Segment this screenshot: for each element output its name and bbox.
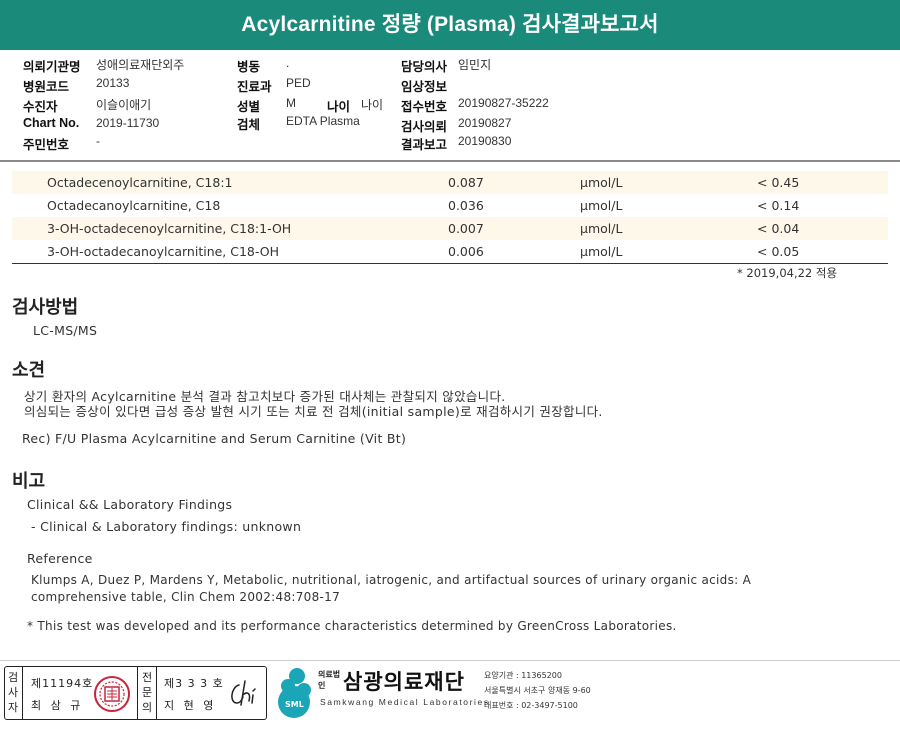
ward-label: 병동 — [237, 60, 261, 74]
chart-no-value: 2019-11730 — [96, 116, 160, 130]
analyte-value: 0.007 — [448, 221, 484, 236]
findings-recommendation: Rec) F/U Plasma Acylcarnitine and Serum … — [22, 431, 407, 446]
signature-icon — [231, 680, 256, 706]
request-date-value: 20190827 — [458, 116, 512, 130]
patient-info: 의뢰기관명 성애의료재단외주 병원코드 20133 수진자 이슬이애기 Char… — [0, 56, 900, 160]
analyte-unit: μmol/L — [580, 221, 623, 236]
analyte-reference: < 0.04 — [757, 221, 800, 236]
examinee-label: 수진자 — [23, 100, 58, 114]
doctor-label: 담당의사 — [401, 60, 448, 74]
receipt-no-value: 20190827-35222 — [458, 96, 549, 110]
analyte-reference: < 0.14 — [757, 198, 800, 213]
institution-label: 의뢰기관명 — [23, 60, 81, 74]
method-heading: 검사방법 — [12, 297, 79, 318]
analyte-unit: μmol/L — [580, 244, 623, 259]
analyte-name: Octadecenoylcarnitine, C18:1 — [47, 175, 233, 190]
specimen-value: EDTA Plasma — [286, 114, 360, 128]
sex-label: 성별 — [237, 100, 261, 114]
table-row: Octadecenoylcarnitine, C18:1 0.087 μmol/… — [12, 171, 888, 194]
corporation-address: 서울특별시 서초구 양재동 9-60 — [484, 686, 591, 695]
request-date-label: 검사의뢰 — [401, 120, 448, 134]
ward-value: . — [286, 56, 290, 70]
signature-divider — [156, 667, 157, 719]
corporation-code: 요양기관 : 11365200 — [484, 671, 562, 680]
header-divider — [0, 160, 900, 162]
table-row: Octadecanoylcarnitine, C18 0.036 μmol/L … — [12, 194, 888, 217]
hospital-code-value: 20133 — [96, 76, 130, 90]
analyte-value: 0.036 — [448, 198, 484, 213]
specialist-name: 지 현 영 — [164, 699, 217, 712]
inspector-label: 검사자 — [7, 671, 19, 714]
findings-line-2: 의심되는 증상이 있다면 급성 증상 발현 시기 또는 치료 전 검체(init… — [24, 404, 603, 419]
specialist-label: 전문의 — [141, 671, 153, 714]
results-divider — [12, 263, 888, 264]
signature-divider — [137, 667, 138, 719]
reference-line-1: Klumps A, Duez P, Mardens Y, Metabolic, … — [31, 573, 752, 587]
corporation-phone: 대표번호 : 02-3497-5100 — [484, 701, 578, 710]
corporation-tag: 의료법인 — [318, 670, 341, 690]
findings-heading: 소견 — [12, 360, 46, 381]
analyte-unit: μmol/L — [580, 198, 623, 213]
analyte-value: 0.087 — [448, 175, 484, 190]
department-label: 진료과 — [237, 80, 272, 94]
analyte-reference: < 0.45 — [757, 175, 800, 190]
age-value: 나이 — [361, 98, 384, 112]
table-row: 3-OH-octadecanoylcarnitine, C18-OH 0.006… — [12, 240, 888, 263]
footer-divider — [0, 660, 900, 661]
disclaimer: * This test was developed and its perfor… — [27, 619, 677, 633]
official-seal-icon — [94, 676, 130, 712]
sex-value: M — [286, 96, 296, 110]
report-title: Acylcarnitine 정량 (Plasma) 검사결과보고서 — [0, 0, 900, 50]
receipt-no-label: 접수번호 — [401, 100, 448, 114]
analyte-name: Octadecanoylcarnitine, C18 — [47, 198, 221, 213]
remarks-heading: 비고 — [12, 471, 46, 492]
report-date-label: 결과보고 — [401, 138, 448, 152]
analyte-name: 3-OH-octadecenoylcarnitine, C18:1-OH — [47, 221, 292, 236]
method-text: LC-MS/MS — [33, 323, 98, 338]
reference-note: * 2019,04,22 적용 — [737, 266, 838, 280]
logo-text: SML — [285, 700, 304, 709]
analyte-reference: < 0.05 — [757, 244, 800, 259]
reference-line-2: comprehensive table, Clin Chem 2002:48:7… — [31, 590, 341, 604]
analyte-value: 0.006 — [448, 244, 484, 259]
signature-divider — [22, 667, 23, 719]
department-value: PED — [286, 76, 311, 90]
reference-title: Reference — [27, 551, 93, 566]
examinee-value: 이슬이애기 — [96, 98, 152, 112]
signature-box: 검사자 제11194호 최 삼 규 전문의 제3 3 3 호 지 현 영 — [4, 666, 267, 720]
chart-no-label: Chart No. — [23, 116, 80, 130]
resident-no-label: 주민번호 — [23, 138, 70, 152]
age-label: 나이 — [327, 100, 351, 114]
hospital-code-label: 병원코드 — [23, 80, 70, 94]
resident-no-value: - — [96, 134, 100, 148]
sml-logo-icon: SML — [278, 668, 311, 718]
analyte-unit: μmol/L — [580, 175, 623, 190]
table-row: 3-OH-octadecenoylcarnitine, C18:1-OH 0.0… — [12, 217, 888, 240]
institution-value: 성애의료재단외주 — [96, 58, 185, 72]
clinical-findings-item: - Clinical & Laboratory findings: unknow… — [31, 519, 302, 534]
inspector-name: 최 삼 규 — [31, 699, 84, 712]
report-date-value: 20190830 — [458, 134, 512, 148]
analyte-name: 3-OH-octadecanoylcarnitine, C18-OH — [47, 244, 279, 259]
results-table: Octadecenoylcarnitine, C18:1 0.087 μmol/… — [12, 171, 888, 263]
corporation-name: 삼광의료재단 — [343, 670, 465, 694]
specimen-label: 검체 — [237, 118, 261, 132]
inspector-number: 제11194호 — [31, 677, 94, 690]
clinical-info-label: 임상정보 — [401, 80, 448, 94]
corporation-subtitle: Samkwang Medical Laboratories — [320, 697, 490, 707]
doctor-value: 임민지 — [458, 58, 492, 72]
specialist-number: 제3 3 3 호 — [164, 677, 224, 690]
clinical-findings-title: Clinical && Laboratory Findings — [27, 497, 233, 512]
